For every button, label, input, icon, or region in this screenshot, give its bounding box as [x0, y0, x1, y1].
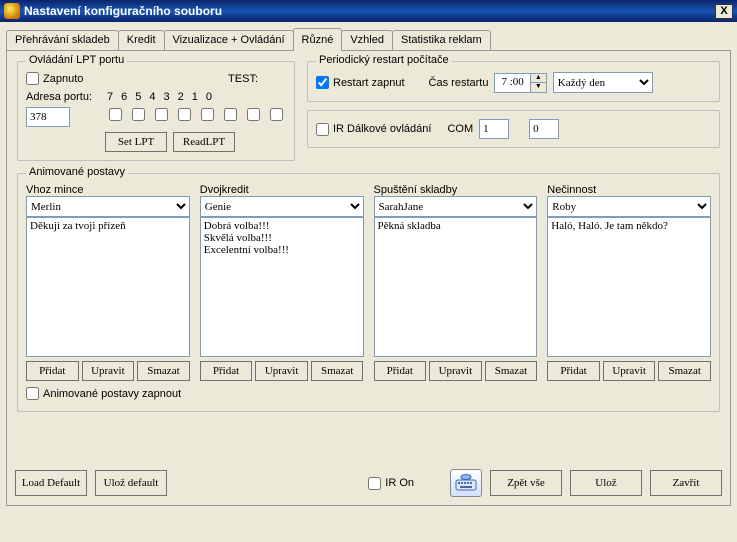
tab-statistika[interactable]: Statistika reklam: [392, 30, 491, 50]
group-ir-remote: IR Dálkové ovládání COM: [307, 110, 720, 148]
anim-vhoz-edit[interactable]: Upravit: [82, 361, 135, 381]
lpt-bit-7[interactable]: [109, 108, 122, 121]
spinner-up-icon[interactable]: ▲: [530, 74, 546, 83]
restart-freq-select[interactable]: Každý den: [553, 72, 653, 93]
anim-enable-checkbox[interactable]: [26, 387, 39, 400]
anim-dvoj-del[interactable]: Smazat: [311, 361, 364, 381]
ir-remote-label: IR Dálkové ovládání: [333, 123, 431, 135]
anim-vhoz-select[interactable]: Merlin: [26, 196, 190, 217]
anim-enable-label: Animované postavy zapnout: [43, 388, 181, 400]
anim-necin-text[interactable]: [547, 217, 711, 357]
restart-cas-label: Čas restartu: [429, 77, 489, 89]
close-button[interactable]: X: [715, 4, 733, 19]
uloz-default-button[interactable]: Ulož default: [95, 470, 167, 496]
lpt-bit-2[interactable]: [224, 108, 237, 121]
anim-col-dvoj: Dvojkredit Genie Přidat Upravit Smazat: [200, 184, 364, 381]
anim-necin-select[interactable]: Roby: [547, 196, 711, 217]
group-animovane-legend: Animované postavy: [26, 166, 128, 178]
anim-spust-edit[interactable]: Upravit: [429, 361, 482, 381]
anim-enable[interactable]: Animované postavy zapnout: [26, 387, 181, 400]
ir-on-checkbox[interactable]: [368, 477, 381, 490]
anim-vhoz-label: Vhoz mince: [26, 184, 190, 196]
tab-vzhled[interactable]: Vzhled: [341, 30, 393, 50]
anim-necin-label: Nečinnost: [547, 184, 711, 196]
zavrit-button[interactable]: Zavřít: [650, 470, 722, 496]
lpt-bit-0[interactable]: [270, 108, 283, 121]
group-restart: Periodický restart počítače Restart zapn…: [307, 61, 720, 102]
lpt-zapnuto[interactable]: Zapnuto: [26, 72, 83, 85]
tab-prehravani[interactable]: Přehrávání skladeb: [6, 30, 119, 50]
anim-necin-del[interactable]: Smazat: [658, 361, 711, 381]
restart-zapnut-checkbox[interactable]: [316, 76, 329, 89]
app-icon: [4, 3, 20, 19]
ir-remote-checkbox[interactable]: [316, 123, 329, 136]
anim-necin-add[interactable]: Přidat: [547, 361, 600, 381]
group-restart-legend: Periodický restart počítače: [316, 54, 452, 66]
anim-spust-text[interactable]: [374, 217, 538, 357]
bottom-bar: Load Default Ulož default IR On Zpět vše…: [15, 469, 722, 497]
anim-dvoj-text[interactable]: [200, 217, 364, 357]
lpt-bit-6[interactable]: [132, 108, 145, 121]
anim-spust-add[interactable]: Přidat: [374, 361, 427, 381]
anim-dvoj-label: Dvojkredit: [200, 184, 364, 196]
lpt-bit-numbers: 7 6 5 4 3 2 1 0: [107, 91, 286, 103]
group-lpt-legend: Ovládání LPT portu: [26, 54, 127, 66]
anim-vhoz-add[interactable]: Přidat: [26, 361, 79, 381]
read-lpt-button[interactable]: ReadLPT: [173, 132, 235, 152]
anim-col-spust: Spuštění skladby SarahJane Přidat Upravi…: [374, 184, 538, 381]
ir-remote[interactable]: IR Dálkové ovládání: [316, 123, 431, 136]
anim-spust-select[interactable]: SarahJane: [374, 196, 538, 217]
restart-zapnut-label: Restart zapnut: [333, 77, 405, 89]
ir-extra-input[interactable]: [529, 119, 559, 139]
anim-spust-label: Spuštění skladby: [374, 184, 538, 196]
tab-vizualizace[interactable]: Vizualizace + Ovládání: [164, 30, 294, 50]
titlebar: Nastavení konfiguračního souboru X: [0, 0, 737, 22]
ir-com-input[interactable]: [479, 119, 509, 139]
anim-vhoz-text[interactable]: [26, 217, 190, 357]
lpt-bit-4[interactable]: [178, 108, 191, 121]
lpt-bit-5[interactable]: [155, 108, 168, 121]
anim-col-necin: Nečinnost Roby Přidat Upravit Smazat: [547, 184, 711, 381]
anim-spust-del[interactable]: Smazat: [485, 361, 538, 381]
lpt-test-label: TEST:: [228, 73, 258, 85]
lpt-bit-1[interactable]: [247, 108, 260, 121]
tab-kredit[interactable]: Kredit: [118, 30, 165, 50]
restart-time-value: 7 :00: [495, 74, 529, 92]
anim-dvoj-edit[interactable]: Upravit: [255, 361, 308, 381]
restart-zapnut[interactable]: Restart zapnut: [316, 76, 405, 89]
lpt-bit-3[interactable]: [201, 108, 214, 121]
lpt-zapnuto-checkbox[interactable]: [26, 72, 39, 85]
uloz-button[interactable]: Ulož: [570, 470, 642, 496]
anim-necin-edit[interactable]: Upravit: [603, 361, 656, 381]
zpet-vse-button[interactable]: Zpět vše: [490, 470, 562, 496]
restart-time-spinner[interactable]: 7 :00 ▲ ▼: [494, 73, 546, 93]
spinner-down-icon[interactable]: ▼: [530, 82, 546, 92]
anim-col-vhoz: Vhoz mince Merlin Přidat Upravit Smazat: [26, 184, 190, 381]
anim-vhoz-del[interactable]: Smazat: [137, 361, 190, 381]
group-animovane: Animované postavy Vhoz mince Merlin Přid…: [17, 173, 720, 412]
lpt-adresa-label: Adresa portu:: [26, 91, 99, 103]
load-default-button[interactable]: Load Default: [15, 470, 87, 496]
lpt-adresa-input[interactable]: [26, 107, 70, 127]
group-lpt: Ovládání LPT portu Zapnuto TEST: Adresa …: [17, 61, 295, 161]
ir-com-label: COM: [447, 123, 473, 135]
anim-dvoj-add[interactable]: Přidat: [200, 361, 253, 381]
tabstrip: Přehrávání skladeb Kredit Vizualizace + …: [6, 28, 731, 50]
window-title: Nastavení konfiguračního souboru: [24, 4, 222, 18]
lpt-zapnuto-label: Zapnuto: [43, 73, 83, 85]
tab-ruzne[interactable]: Různé: [293, 28, 343, 51]
ir-on[interactable]: IR On: [368, 477, 414, 490]
set-lpt-button[interactable]: Set LPT: [105, 132, 167, 152]
ir-on-label: IR On: [385, 477, 414, 489]
keyboard-icon[interactable]: [450, 469, 482, 497]
anim-dvoj-select[interactable]: Genie: [200, 196, 364, 217]
